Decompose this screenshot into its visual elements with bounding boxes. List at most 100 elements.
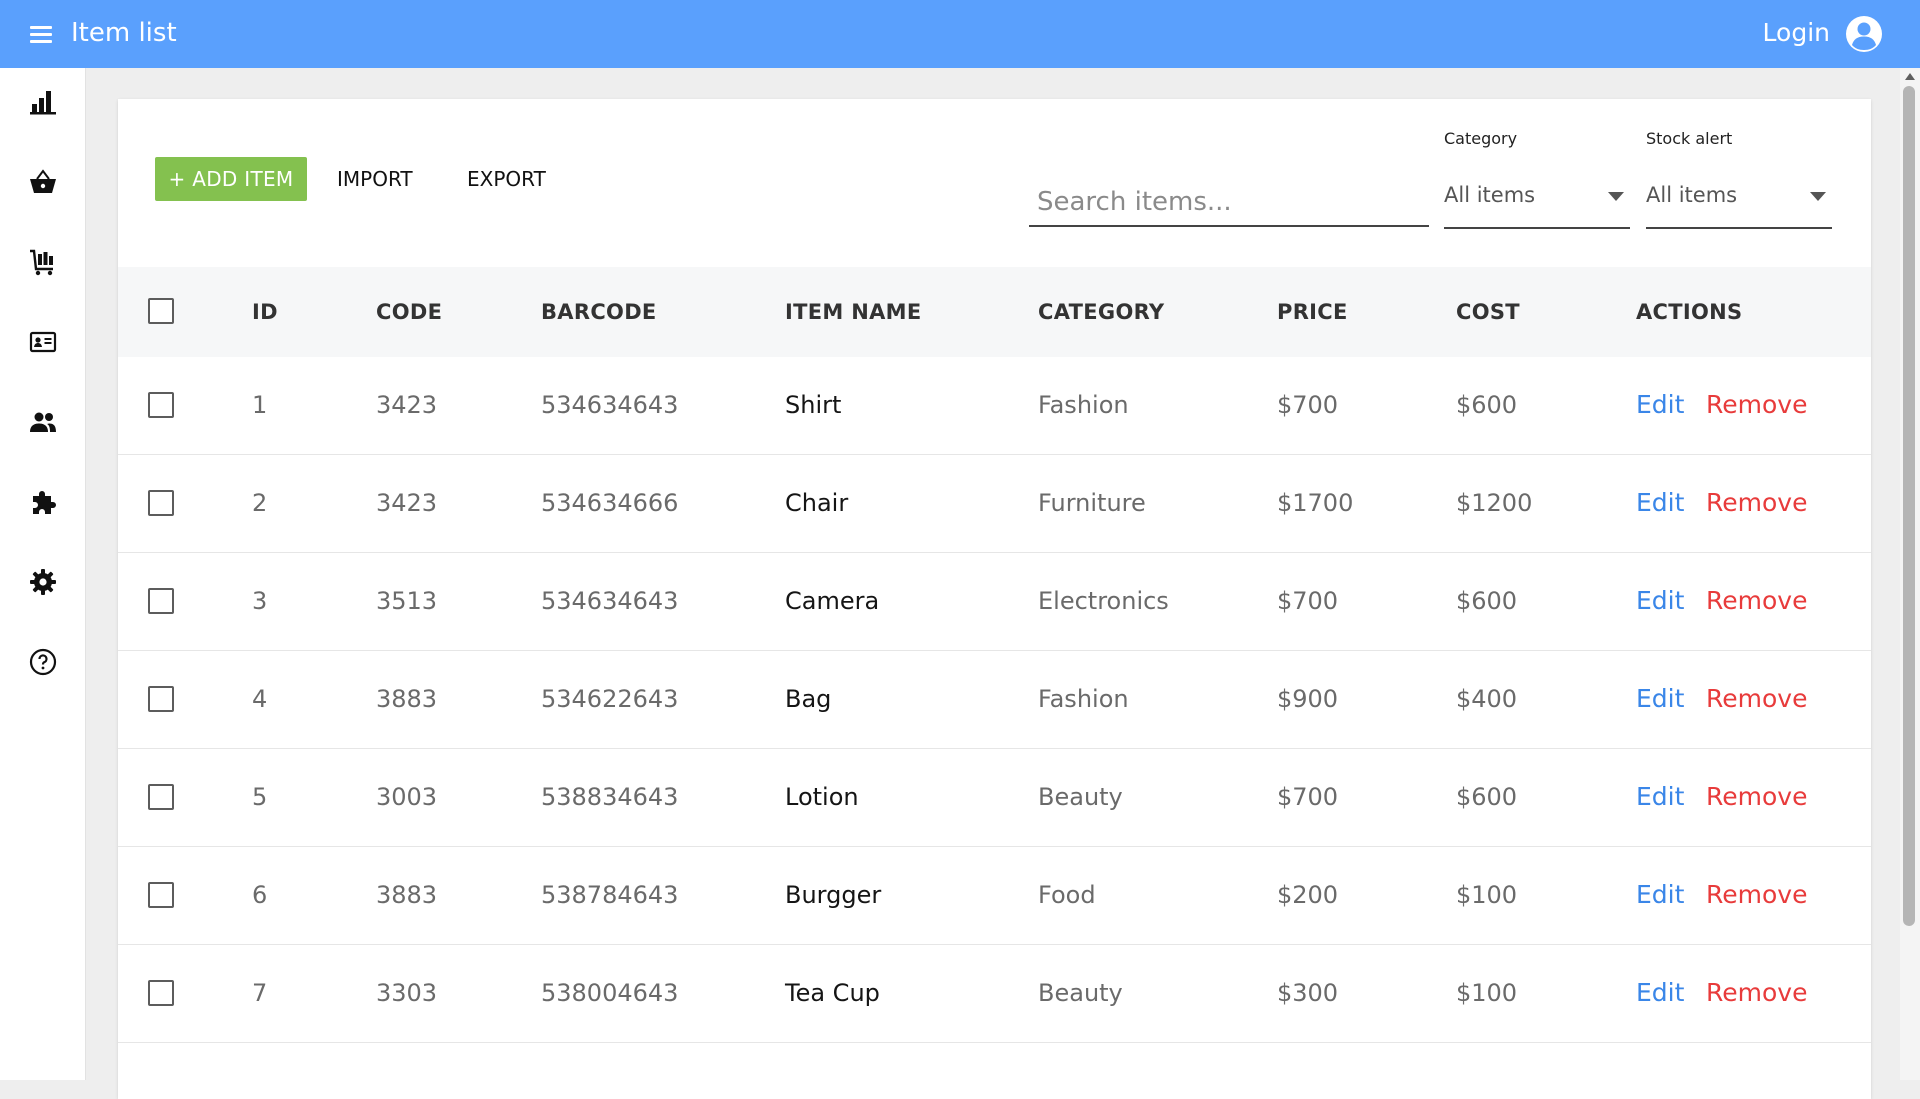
scrollbar-thumb[interactable] (1903, 86, 1915, 926)
app-bar: Item list Login (0, 0, 1920, 68)
cell-barcode: 534634643 (541, 391, 679, 419)
table-row: 7 3303 538004643 Tea Cup Beauty $300 $10… (118, 945, 1871, 1043)
remove-link[interactable]: Remove (1706, 357, 1807, 453)
select-all-checkbox[interactable] (148, 298, 174, 324)
cell-item-name: Shirt (785, 391, 842, 419)
sidebar-item-settings[interactable] (0, 552, 86, 612)
add-item-button[interactable]: + ADD ITEM (155, 157, 307, 201)
row-checkbox[interactable] (148, 392, 174, 418)
remove-link[interactable]: Remove (1706, 651, 1807, 747)
cart-icon (30, 249, 53, 276)
row-checkbox[interactable] (148, 686, 174, 712)
remove-link[interactable]: Remove (1706, 455, 1807, 551)
cell-price: $700 (1277, 587, 1339, 615)
cell-category: Fashion (1038, 685, 1129, 713)
cell-category: Furniture (1038, 489, 1146, 517)
cell-item-name: Camera (785, 587, 880, 615)
edit-link[interactable]: Edit (1636, 945, 1684, 1041)
search-input[interactable] (1029, 179, 1429, 227)
cell-price: $900 (1277, 685, 1339, 713)
sidebar-item-help[interactable] (0, 632, 86, 692)
people-icon (30, 412, 56, 432)
cell-code: 3883 (376, 881, 438, 909)
column-header-id[interactable]: ID (252, 267, 278, 357)
id-card-icon (29, 331, 57, 353)
table-header: ID CODE BARCODE ITEM NAME CATEGORY PRICE… (118, 267, 1871, 357)
edit-link[interactable]: Edit (1636, 455, 1684, 551)
table-row: 4 3883 534622643 Bag Fashion $900 $400 E… (118, 651, 1871, 749)
menu-icon[interactable] (30, 24, 56, 44)
sidebar-item-orders[interactable] (0, 232, 86, 292)
sidebar-item-extensions[interactable] (0, 472, 86, 532)
cell-cost: $100 (1456, 979, 1518, 1007)
column-header-code[interactable]: CODE (376, 267, 442, 357)
import-button[interactable]: IMPORT (337, 157, 413, 201)
chevron-down-icon (1810, 192, 1826, 201)
table-row: 6 3883 538784643 Burgger Food $200 $100 … (118, 847, 1871, 945)
cell-category: Beauty (1038, 783, 1123, 811)
cell-category: Food (1038, 881, 1096, 909)
edit-link[interactable]: Edit (1636, 553, 1684, 649)
cell-item-name: Lotion (785, 783, 859, 811)
edit-link[interactable]: Edit (1636, 357, 1684, 453)
column-header-barcode[interactable]: BARCODE (541, 267, 657, 357)
edit-link[interactable]: Edit (1636, 749, 1684, 845)
row-checkbox[interactable] (148, 882, 174, 908)
cell-code: 3513 (376, 587, 438, 615)
gear-icon (30, 569, 56, 595)
table-row: 1 3423 534634643 Shirt Fashion $700 $600… (118, 357, 1871, 455)
puzzle-icon (33, 491, 56, 514)
cell-barcode: 534622643 (541, 685, 679, 713)
bar-chart-icon (30, 91, 56, 115)
row-checkbox[interactable] (148, 980, 174, 1006)
stock-alert-select[interactable]: All items (1646, 177, 1832, 229)
column-header-cost[interactable]: COST (1456, 267, 1520, 357)
login-button[interactable]: Login (1763, 16, 1830, 50)
cell-id: 1 (252, 391, 268, 419)
basket-icon (30, 169, 56, 193)
cell-id: 2 (252, 489, 268, 517)
page-title: Item list (71, 18, 177, 48)
row-checkbox[interactable] (148, 588, 174, 614)
cell-id: 6 (252, 881, 268, 909)
remove-link[interactable]: Remove (1706, 749, 1807, 845)
category-select[interactable]: All items (1444, 177, 1630, 229)
column-header-item-name[interactable]: ITEM NAME (785, 267, 921, 357)
cell-id: 5 (252, 783, 268, 811)
sidebar-item-users[interactable] (0, 392, 86, 452)
cell-item-name: Chair (785, 489, 849, 517)
scroll-up-arrow-icon[interactable] (1905, 73, 1915, 80)
cell-item-name: Bag (785, 685, 832, 713)
cell-category: Fashion (1038, 391, 1129, 419)
remove-link[interactable]: Remove (1706, 847, 1807, 943)
cell-code: 3423 (376, 391, 438, 419)
remove-link[interactable]: Remove (1706, 945, 1807, 1041)
export-button[interactable]: EXPORT (467, 157, 546, 201)
category-select-value: All items (1444, 183, 1536, 207)
remove-link[interactable]: Remove (1706, 553, 1807, 649)
column-header-price[interactable]: PRICE (1277, 267, 1348, 357)
sidebar-item-contacts[interactable] (0, 312, 86, 372)
cell-barcode: 534634643 (541, 587, 679, 615)
cell-id: 4 (252, 685, 268, 713)
edit-link[interactable]: Edit (1636, 847, 1684, 943)
row-checkbox[interactable] (148, 490, 174, 516)
chevron-down-icon (1608, 192, 1624, 201)
cell-cost: $400 (1456, 685, 1518, 713)
cell-code: 3303 (376, 979, 438, 1007)
column-header-category[interactable]: CATEGORY (1038, 267, 1164, 357)
cell-price: $1700 (1277, 489, 1354, 517)
cell-category: Electronics (1038, 587, 1169, 615)
cell-cost: $600 (1456, 587, 1518, 615)
cell-price: $300 (1277, 979, 1339, 1007)
column-header-actions: ACTIONS (1636, 300, 1743, 324)
sidebar (0, 68, 86, 1080)
sidebar-item-shop[interactable] (0, 152, 86, 212)
cell-cost: $1200 (1456, 489, 1533, 517)
edit-link[interactable]: Edit (1636, 651, 1684, 747)
row-checkbox[interactable] (148, 784, 174, 810)
sidebar-item-dashboard[interactable] (0, 72, 86, 132)
account-icon[interactable] (1845, 15, 1883, 53)
cell-item-name: Burgger (785, 881, 882, 909)
table-row: 3 3513 534634643 Camera Electronics $700… (118, 553, 1871, 651)
